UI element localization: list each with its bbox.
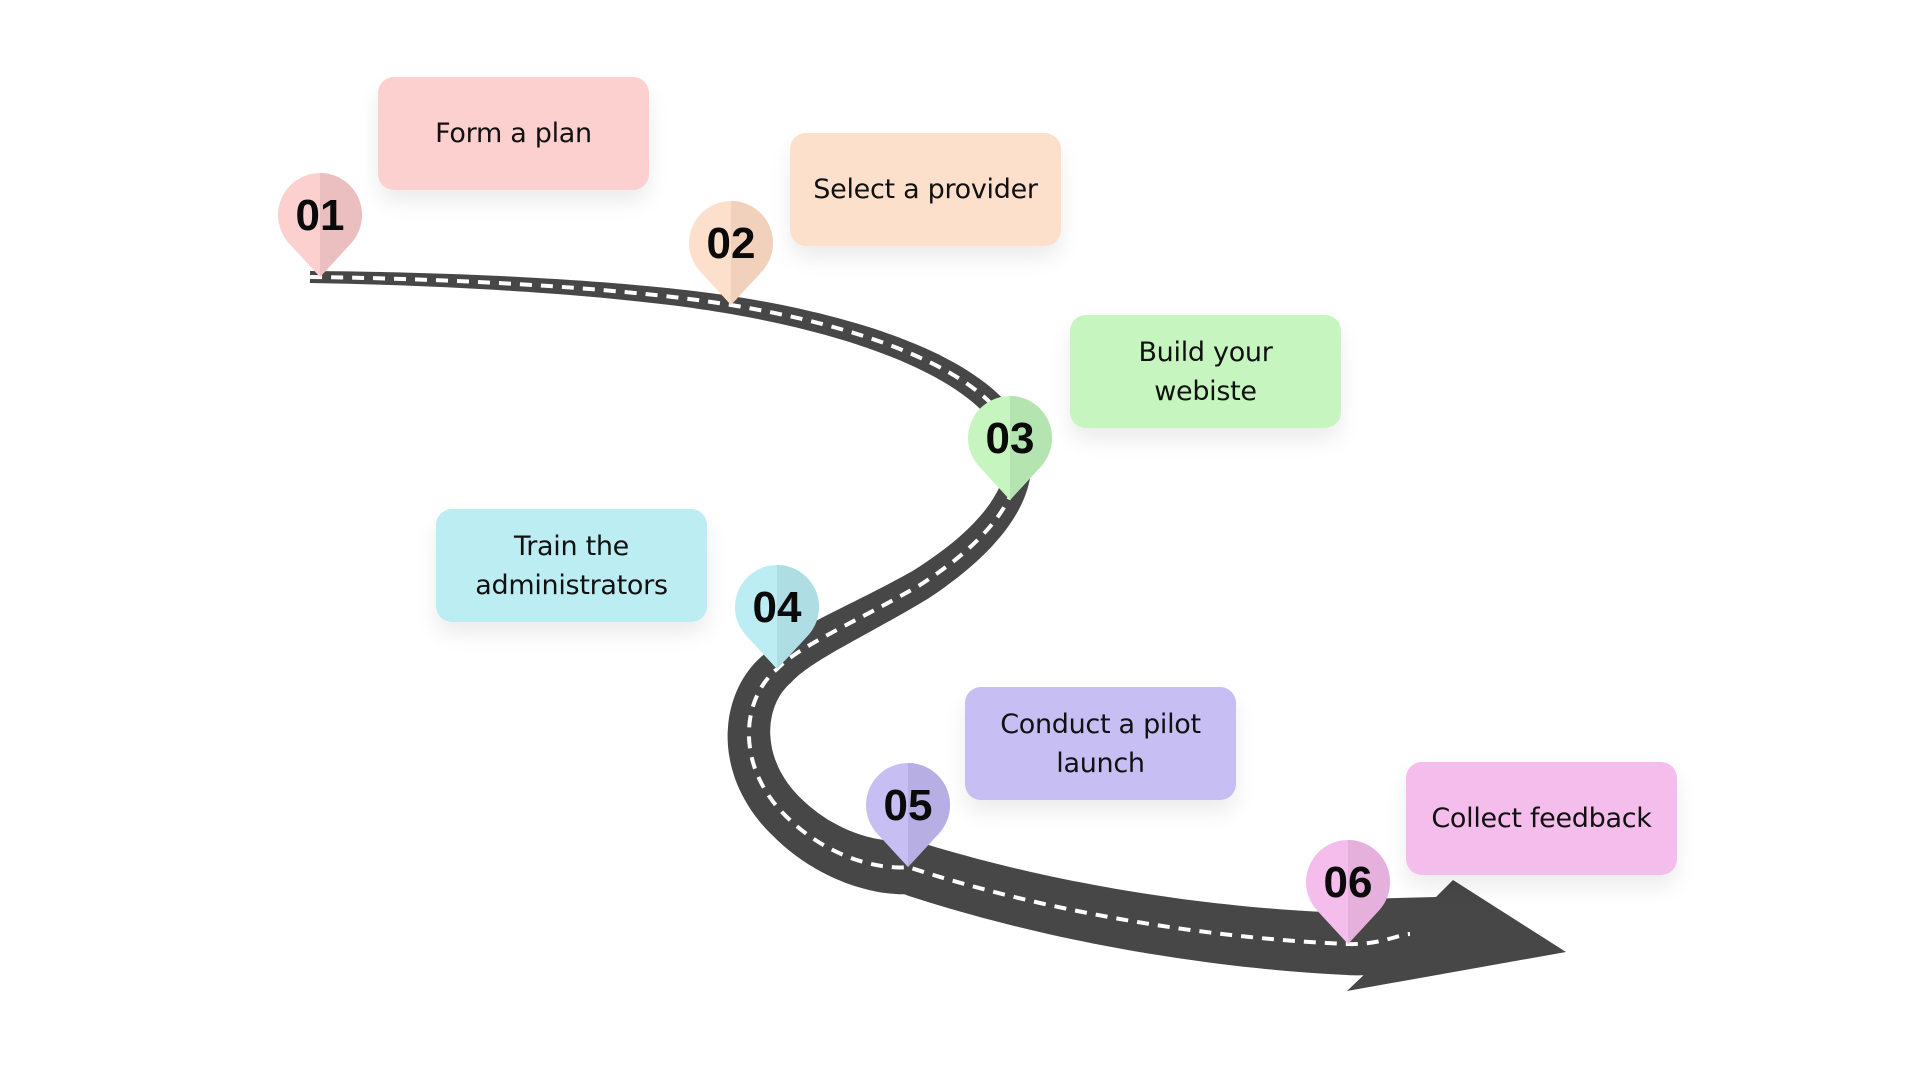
step-box-06: Collect feedback <box>1406 762 1677 875</box>
step-label: Collect feedback <box>1431 803 1652 834</box>
step-box-05: Conduct a pilot launch <box>965 687 1236 800</box>
step-label: Train the administrators <box>475 530 668 601</box>
step-label: Select a provider <box>813 174 1038 205</box>
step-box-03: Build your webiste <box>1070 315 1341 428</box>
step-label: Form a plan <box>435 118 592 149</box>
step-number: 01 <box>296 191 345 240</box>
step-number: 02 <box>707 219 756 268</box>
step-number: 04 <box>753 583 802 632</box>
step-box-02: Select a provider <box>790 133 1061 246</box>
step-pin-03: 03 <box>967 395 1052 500</box>
step-label: Build your webiste <box>1138 336 1273 407</box>
step-pin-02: 02 <box>688 201 773 305</box>
step-label: Conduct a pilot launch <box>1000 708 1201 779</box>
step-box-04: Train the administrators <box>436 509 707 622</box>
step-number: 06 <box>1324 858 1373 907</box>
step-number: 03 <box>986 414 1035 463</box>
step-pin-01: 01 <box>278 173 362 277</box>
step-box-01: Form a plan <box>378 77 649 190</box>
step-number: 05 <box>884 781 933 830</box>
